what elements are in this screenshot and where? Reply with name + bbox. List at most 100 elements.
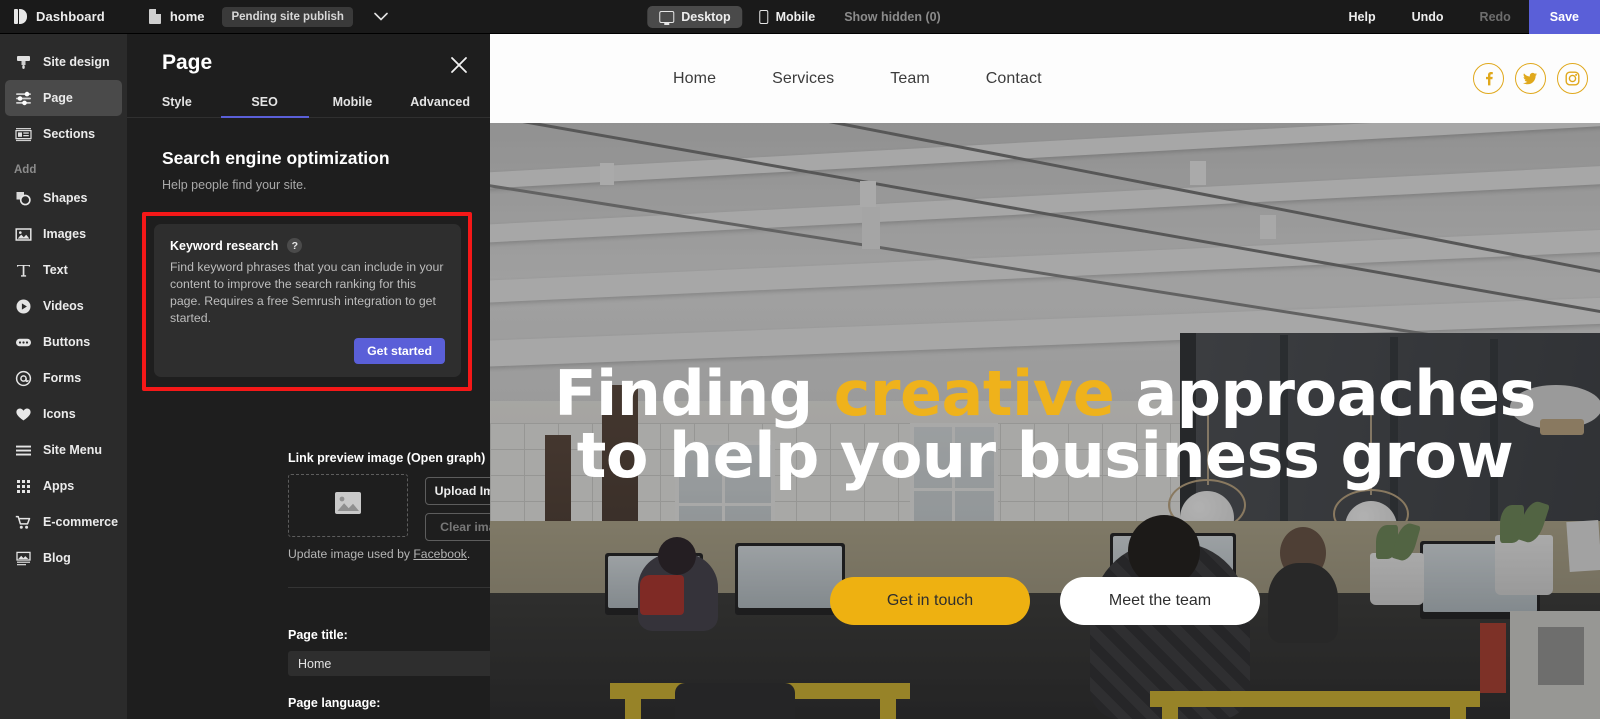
- panel-body: Search engine optimization Help people f…: [127, 118, 490, 710]
- nav-link-team[interactable]: Team: [862, 70, 958, 88]
- sidebar-label: Buttons: [43, 335, 91, 349]
- nav-link-contact[interactable]: Contact: [958, 70, 1070, 88]
- show-hidden-button[interactable]: Show hidden (0): [832, 6, 953, 28]
- sidebar-item-images[interactable]: Images: [5, 216, 122, 252]
- hero-content: Finding creative approaches to help your…: [490, 123, 1600, 719]
- button-icon: [14, 333, 32, 351]
- status-badge[interactable]: Pending site publish: [222, 6, 353, 27]
- sidebar-item-buttons[interactable]: Buttons: [5, 324, 122, 360]
- open-graph-dropzone[interactable]: [288, 474, 408, 537]
- tab-seo[interactable]: SEO: [220, 95, 309, 118]
- sidebar-label: Icons: [43, 407, 76, 421]
- get-started-button[interactable]: Get started: [354, 338, 445, 364]
- tab-style[interactable]: Style: [133, 95, 221, 118]
- sidebar-label: E-commerce: [43, 515, 119, 529]
- sidebar-item-page[interactable]: Page: [5, 80, 122, 116]
- keyword-research-header: Keyword research ?: [170, 238, 445, 253]
- left-rail: Site design Page Sections Add Shapes Ima…: [0, 34, 127, 719]
- sidebar-item-blog[interactable]: Blog: [5, 540, 122, 576]
- page-title-label: Page title:: [288, 628, 348, 642]
- close-icon[interactable]: [450, 56, 468, 74]
- site-nav-links: Home Services Team Contact: [645, 70, 1070, 88]
- sidebar-label: Apps: [43, 479, 75, 493]
- sidebar-label: Shapes: [43, 191, 88, 205]
- page-settings-panel: Page Style SEO Mobile Advanced Search en…: [127, 34, 490, 719]
- panel-header: Page: [127, 34, 490, 92]
- social-links: [1472, 63, 1588, 94]
- facebook-icon[interactable]: [1472, 63, 1504, 94]
- upload-image-button[interactable]: Upload Image: [425, 477, 490, 505]
- viewport-desktop-button[interactable]: Desktop: [647, 5, 743, 28]
- form-at-icon: [14, 369, 32, 387]
- redo-button[interactable]: Redo: [1462, 10, 1529, 24]
- blog-picture-icon: [14, 549, 32, 567]
- dashboard-button[interactable]: Dashboard: [14, 9, 105, 24]
- keyword-research-title: Keyword research: [170, 238, 279, 253]
- keyword-research-description: Find keyword phrases that you can includ…: [170, 260, 444, 325]
- question-mark-icon[interactable]: ?: [287, 238, 303, 253]
- twitter-icon[interactable]: [1514, 63, 1546, 94]
- sidebar-item-forms[interactable]: Forms: [5, 360, 122, 396]
- paint-brush-icon: [14, 53, 32, 71]
- nav-link-services[interactable]: Services: [744, 70, 862, 88]
- viewport-switcher: Desktop Mobile Show hidden (0): [647, 5, 953, 28]
- text-t-icon: [14, 261, 32, 279]
- viewport-desktop-label: Desktop: [681, 9, 731, 24]
- nav-link-home[interactable]: Home: [645, 70, 744, 88]
- open-graph-note: Update image used by Facebook.: [288, 547, 470, 561]
- keyword-research-actions: Get started: [170, 338, 445, 364]
- top-bar: Dashboard home Pending site publish Desk…: [0, 0, 1600, 34]
- shapes-icon: [14, 189, 32, 207]
- app-logo-icon: [14, 9, 27, 24]
- help-button[interactable]: Help: [1331, 10, 1394, 24]
- open-graph-note-suffix: .: [466, 547, 471, 561]
- chevron-down-icon[interactable]: [374, 12, 388, 21]
- breadcrumb: home Pending site publish: [148, 6, 388, 27]
- sidebar-item-ecommerce[interactable]: E-commerce: [5, 504, 122, 540]
- image-placeholder-icon: [334, 491, 362, 520]
- viewport-mobile-button[interactable]: Mobile: [748, 6, 828, 28]
- open-graph-buttons: Upload Image Clear image: [425, 474, 490, 541]
- meet-the-team-button[interactable]: Meet the team: [1060, 577, 1260, 625]
- sliders-icon: [14, 89, 32, 107]
- sidebar-item-sections[interactable]: Sections: [5, 116, 122, 152]
- dashboard-label: Dashboard: [36, 9, 105, 24]
- site-nav-bar: Home Services Team Contact: [490, 34, 1600, 123]
- instagram-icon[interactable]: [1556, 63, 1588, 94]
- panel-tabs: Style SEO Mobile Advanced: [127, 92, 490, 118]
- open-graph-note-prefix: Update image used by: [288, 547, 414, 561]
- sidebar-item-shapes[interactable]: Shapes: [5, 180, 122, 216]
- desktop-monitor-icon: [659, 10, 675, 25]
- heart-icon: [14, 405, 32, 423]
- sidebar-label: Page: [43, 91, 73, 105]
- sidebar-label: Images: [43, 227, 87, 241]
- hamburger-menu-icon: [14, 441, 32, 459]
- sidebar-item-apps[interactable]: Apps: [5, 468, 122, 504]
- tab-mobile[interactable]: Mobile: [309, 95, 397, 118]
- hero-buttons: Get in touch Meet the team: [490, 577, 1600, 625]
- page-title-input[interactable]: [288, 651, 490, 676]
- keyword-research-card: Keyword research ? Find keyword phrases …: [154, 224, 461, 377]
- facebook-link[interactable]: Facebook: [413, 547, 467, 561]
- tab-advanced[interactable]: Advanced: [396, 95, 484, 118]
- page-file-icon: [148, 9, 161, 24]
- get-in-touch-button[interactable]: Get in touch: [830, 577, 1030, 625]
- sidebar-label: Blog: [43, 551, 71, 565]
- apps-grid-icon: [14, 477, 32, 495]
- clear-image-button[interactable]: Clear image: [425, 513, 490, 541]
- sidebar-label: Site design: [43, 55, 110, 69]
- sidebar-label: Videos: [43, 299, 84, 313]
- page-title: Page: [162, 51, 213, 74]
- save-button[interactable]: Save: [1528, 0, 1600, 34]
- seo-section-title: Search engine optimization: [162, 148, 390, 168]
- sidebar-item-site-menu[interactable]: Site Menu: [5, 432, 122, 468]
- sidebar-item-text[interactable]: Text: [5, 252, 122, 288]
- sidebar-item-icons[interactable]: Icons: [5, 396, 122, 432]
- undo-button[interactable]: Undo: [1394, 10, 1462, 24]
- sidebar-label: Sections: [43, 127, 96, 141]
- panel-divider: [288, 587, 490, 588]
- open-graph-label: Link preview image (Open graph): [288, 451, 486, 465]
- sidebar-item-videos[interactable]: Videos: [5, 288, 122, 324]
- hero-heading-line2: to help your business grow: [576, 419, 1514, 492]
- sidebar-item-site-design[interactable]: Site design: [5, 44, 122, 80]
